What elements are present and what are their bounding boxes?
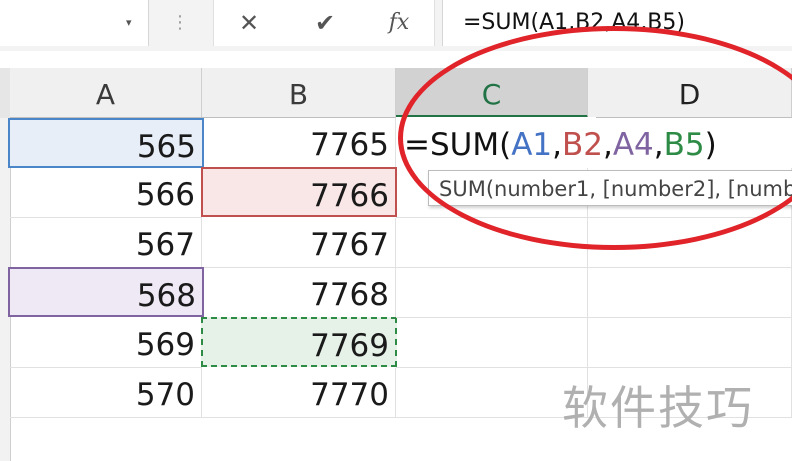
ref-a1: A1 [511,127,553,163]
cell-d4[interactable] [588,268,792,318]
cell-a3[interactable]: 567 [10,218,202,268]
ref-a4: A4 [612,127,654,163]
cell-a4[interactable]: 568 [8,267,204,317]
cell-b3[interactable]: 7767 [202,218,396,268]
column-header-d[interactable]: D [588,68,792,118]
formula-input[interactable]: =SUM(A1,B2,A4,B5) [442,0,792,46]
column-header-c[interactable]: C [396,68,588,118]
comma: , [552,127,562,163]
cell-c1-editor[interactable]: =SUM(A1,B2,A4,B5) [396,117,717,167]
cell-b5[interactable]: 7769 [201,317,397,367]
cell-d3[interactable] [588,218,792,268]
formula-bar: ▾ ⋮ ✕ ✔ fx =SUM(A1,B2,A4,B5) [0,0,792,52]
formula-prefix: =SUM( [404,127,512,163]
cell-b4[interactable]: 7768 [202,268,396,318]
chevron-down-icon[interactable]: ▾ [126,16,132,29]
comma: , [653,127,664,163]
name-box[interactable]: ▾ [0,0,149,46]
cell-a1[interactable]: 565 [8,118,204,168]
function-tooltip[interactable]: SUM(number1, [number2], [number3], ...) [428,170,792,206]
cell-c4[interactable] [396,268,588,318]
cancel-icon[interactable]: ✕ [232,7,266,39]
column-header-b[interactable]: B [202,68,396,118]
comma: , [602,127,613,163]
cell-c3[interactable] [396,218,588,268]
formula-suffix: ) [704,127,717,163]
column-header-a[interactable]: A [10,68,202,118]
insert-function-icon[interactable]: fx [382,7,416,39]
cell-b6[interactable]: 7770 [202,368,396,418]
cell-b1[interactable]: 7765 [202,118,396,168]
cell-d5[interactable] [588,318,792,368]
ref-b2: B2 [561,127,603,163]
cell-a2[interactable]: 566 [10,168,202,218]
watermark: 软件技巧 [562,381,754,435]
ref-b5: B5 [663,127,705,163]
cell-c6[interactable] [396,368,588,418]
drag-handle-icon[interactable]: ⋮ [170,8,190,38]
cell-b2[interactable]: 7766 [201,167,397,217]
cell-c5[interactable] [396,318,588,368]
check-icon[interactable]: ✔ [308,7,342,39]
formula-buttons: ✕ ✔ fx [213,0,435,46]
cell-a5[interactable]: 569 [10,318,202,368]
cell-a6[interactable]: 570 [10,368,202,418]
